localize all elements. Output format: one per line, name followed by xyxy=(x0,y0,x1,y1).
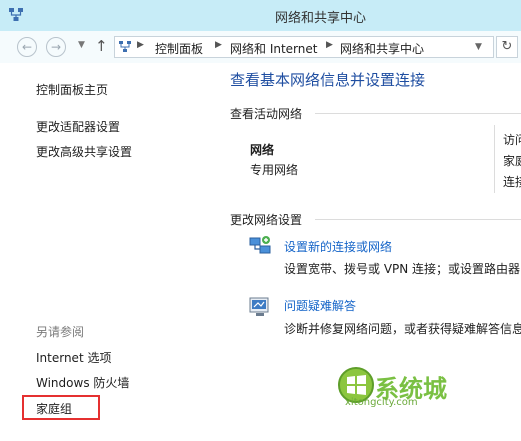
watermark: 系统城 xitongcity.com xyxy=(335,365,475,415)
section-divider xyxy=(315,113,521,114)
page-title: 查看基本网络信息并设置连接 xyxy=(230,71,426,89)
homegroup-label: 家庭 xyxy=(503,154,521,168)
breadcrumb-network-sharing-center[interactable]: 网络和共享中心 xyxy=(340,40,424,57)
connections-label: 连接 xyxy=(503,175,521,189)
sidebar-item-change-adapter-settings[interactable]: 更改适配器设置 xyxy=(36,118,120,135)
chevron-right-icon: ▶ xyxy=(215,40,222,50)
network-type: 专用网络 xyxy=(250,163,299,177)
sidebar: 控制面板主页 更改适配器设置 更改高级共享设置 另请参阅 Internet 选项… xyxy=(0,63,215,441)
highlight-box xyxy=(22,395,100,420)
troubleshoot-description: 诊断并修复网络问题，或者获得疑难解答信息 xyxy=(284,322,521,336)
access-type-label: 访问 xyxy=(503,133,521,147)
chevron-down-icon[interactable]: ▼ xyxy=(475,42,482,52)
chevron-right-icon: ▶ xyxy=(326,40,333,50)
title-bar: 网络和共享中心 xyxy=(0,0,521,31)
active-networks-title: 查看活动网络 xyxy=(230,107,303,121)
setup-connection-description: 设置宽带、拨号或 VPN 连接；或设置路由器 xyxy=(284,262,521,276)
sidebar-item-change-advanced-sharing[interactable]: 更改高级共享设置 xyxy=(36,143,132,160)
navigation-bar: ← → ▼ ↑ ▶ 控制面板 ▶ 网络和 Internet ▶ 网络和共享中心 … xyxy=(0,31,521,63)
troubleshoot-link[interactable]: 问题疑难解答 xyxy=(284,297,356,314)
sidebar-item-internet-options[interactable]: Internet 选项 xyxy=(36,349,111,366)
up-arrow-icon[interactable]: ↑ xyxy=(95,37,108,55)
address-bar[interactable]: ▶ 控制面板 ▶ 网络和 Internet ▶ 网络和共享中心 ▼ xyxy=(114,36,494,58)
watermark-url: xitongcity.com xyxy=(345,397,418,408)
sidebar-item-control-panel-home[interactable]: 控制面板主页 xyxy=(36,81,108,98)
sidebar-item-windows-firewall[interactable]: Windows 防火墙 xyxy=(36,374,129,391)
change-settings-title: 更改网络设置 xyxy=(230,213,303,227)
setup-connection-link[interactable]: 设置新的连接或网络 xyxy=(284,238,392,255)
section-divider xyxy=(315,219,521,220)
breadcrumb-control-panel[interactable]: 控制面板 xyxy=(155,40,203,57)
network-name: 网络 xyxy=(250,143,275,157)
see-also-heading: 另请参阅 xyxy=(36,325,85,339)
window-title: 网络和共享中心 xyxy=(274,11,366,26)
refresh-icon[interactable]: ↻ xyxy=(496,36,518,58)
forward-arrow-icon[interactable]: → xyxy=(46,37,66,57)
chevron-right-icon: ▶ xyxy=(137,40,144,50)
troubleshoot-icon xyxy=(249,297,269,316)
control-panel-icon xyxy=(119,41,131,52)
column-divider xyxy=(494,125,495,193)
back-arrow-icon[interactable]: ← xyxy=(17,37,37,57)
network-setup-icon xyxy=(249,236,271,254)
recent-locations-dropdown-icon[interactable]: ▼ xyxy=(78,40,85,50)
breadcrumb-network-internet[interactable]: 网络和 Internet xyxy=(230,40,317,57)
